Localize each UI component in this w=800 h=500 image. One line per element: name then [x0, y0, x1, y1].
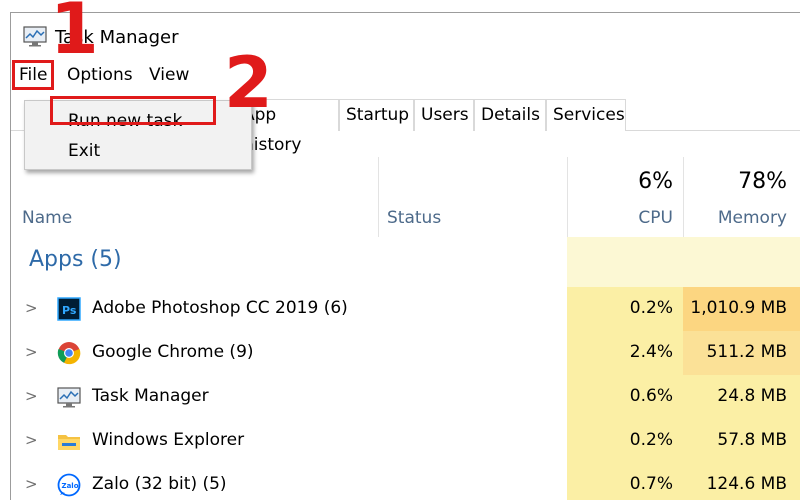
menu-view[interactable]: View — [149, 65, 189, 85]
annotation-step-1: 1 — [50, 0, 99, 70]
task-manager-icon — [23, 25, 47, 47]
process-memory: 1,010.9 MB — [690, 298, 787, 318]
table-row[interactable]: > Windows Explorer 0.2% 57.8 MB — [11, 419, 800, 463]
process-name: Adobe Photoshop CC 2019 (6) — [92, 298, 348, 318]
process-name: Google Chrome (9) — [92, 342, 254, 362]
cpu-total-percent: 6% — [638, 169, 673, 194]
chevron-right-icon[interactable]: > — [25, 387, 38, 405]
chevron-right-icon[interactable]: > — [25, 299, 38, 317]
annotation-step-2: 2 — [224, 42, 273, 124]
process-name: Zalo (32 bit) (5) — [92, 474, 227, 494]
table-row[interactable]: > Task Manager 0.6% 24.8 MB — [11, 375, 800, 419]
process-memory: 24.8 MB — [717, 386, 787, 406]
tab-startup[interactable]: Startup — [339, 99, 414, 131]
zalo-icon: Zalo — [57, 473, 81, 497]
column-memory-header[interactable]: Memory — [683, 208, 787, 228]
process-cpu: 2.4% — [629, 342, 673, 362]
process-cpu: 0.2% — [629, 430, 673, 450]
group-header-apps[interactable]: Apps (5) — [29, 247, 122, 272]
process-name: Windows Explorer — [92, 430, 245, 450]
chevron-right-icon[interactable]: > — [25, 343, 38, 361]
column-cpu-header[interactable]: CPU — [567, 208, 673, 228]
title-bar: Task Manager — [11, 13, 800, 59]
svg-text:Ps: Ps — [62, 304, 77, 317]
annotation-highlight-file — [12, 60, 54, 90]
column-status-header[interactable]: Status — [387, 208, 441, 228]
process-memory: 511.2 MB — [706, 342, 787, 362]
tab-users[interactable]: Users — [414, 99, 474, 131]
memory-total-percent: 78% — [738, 169, 787, 194]
table-row[interactable]: > Google Chrome (9) 2.4% 511.2 MB — [11, 331, 800, 375]
process-table: Apps (5) > Ps Adobe Photoshop CC 2019 (6… — [11, 237, 800, 500]
chrome-icon — [57, 341, 81, 365]
task-manager-icon — [57, 385, 81, 409]
process-name: Task Manager — [92, 386, 209, 406]
menu-item-exit[interactable]: Exit — [68, 141, 100, 161]
tab-details[interactable]: Details — [474, 99, 546, 131]
process-memory: 124.6 MB — [706, 474, 787, 494]
column-name-header[interactable]: Name — [22, 208, 72, 228]
column-divider[interactable] — [378, 157, 379, 237]
annotation-highlight-run-new-task — [50, 96, 216, 125]
table-row[interactable]: > Ps Adobe Photoshop CC 2019 (6) 0.2% 1,… — [11, 287, 800, 331]
photoshop-icon: Ps — [57, 297, 81, 321]
table-row[interactable]: > Zalo Zalo (32 bit) (5) 0.7% 124.6 MB — [11, 463, 800, 500]
folder-icon — [57, 429, 81, 453]
chevron-right-icon[interactable]: > — [25, 431, 38, 449]
chevron-right-icon[interactable]: > — [25, 475, 38, 493]
process-cpu: 0.7% — [629, 474, 673, 494]
process-memory: 57.8 MB — [717, 430, 787, 450]
task-manager-window: Task Manager File Options View App histo… — [10, 12, 800, 500]
menu-bar: File Options View — [11, 63, 800, 89]
process-cpu: 0.6% — [629, 386, 673, 406]
process-cpu: 0.2% — [629, 298, 673, 318]
tab-services[interactable]: Services — [546, 99, 626, 131]
svg-text:Zalo: Zalo — [62, 482, 79, 490]
